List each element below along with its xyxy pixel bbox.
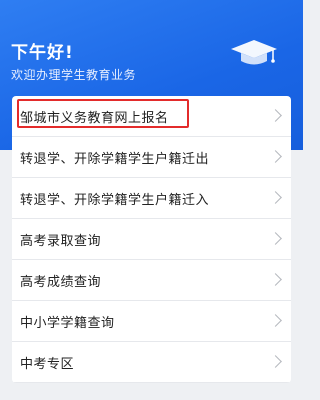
menu-item-zhongkao[interactable]: 中考专区 [12, 342, 291, 383]
greeting-text: 下午好! [11, 43, 74, 63]
menu-item-label: 高考成绩查询 [20, 274, 102, 290]
menu-item-label: 转退学、开除学籍学生户籍迁入 [20, 192, 210, 208]
chevron-right-icon [269, 273, 282, 286]
chevron-right-icon [269, 232, 282, 245]
chevron-right-icon [269, 314, 282, 327]
chevron-right-icon [269, 109, 282, 122]
menu-item-label: 转退学、开除学籍学生户籍迁出 [20, 151, 210, 167]
chevron-right-icon [269, 355, 282, 368]
menu-item-transfer-out[interactable]: 转退学、开除学籍学生户籍迁出 [12, 137, 291, 178]
highlight-box [17, 99, 189, 128]
graduation-cap-icon [231, 40, 277, 65]
menu-item-transfer-in[interactable]: 转退学、开除学籍学生户籍迁入 [12, 178, 291, 219]
service-menu-list: 邹城市义务教育网上报名 转退学、开除学籍学生户籍迁出 转退学、开除学籍学生户籍迁… [12, 96, 291, 383]
welcome-subtitle: 欢迎办理学生教育业务 [11, 68, 137, 82]
chevron-right-icon [269, 191, 282, 204]
menu-item-label: 高考录取查询 [20, 233, 102, 249]
menu-item-gaokao-admission[interactable]: 高考录取查询 [12, 219, 291, 260]
menu-item-label: 中小学学籍查询 [20, 315, 115, 331]
chevron-right-icon [269, 150, 282, 163]
menu-item-zoucheng-enrollment[interactable]: 邹城市义务教育网上报名 [12, 96, 291, 137]
menu-item-student-status[interactable]: 中小学学籍查询 [12, 301, 291, 342]
menu-item-gaokao-score[interactable]: 高考成绩查询 [12, 260, 291, 301]
menu-item-label: 中考专区 [20, 356, 75, 372]
